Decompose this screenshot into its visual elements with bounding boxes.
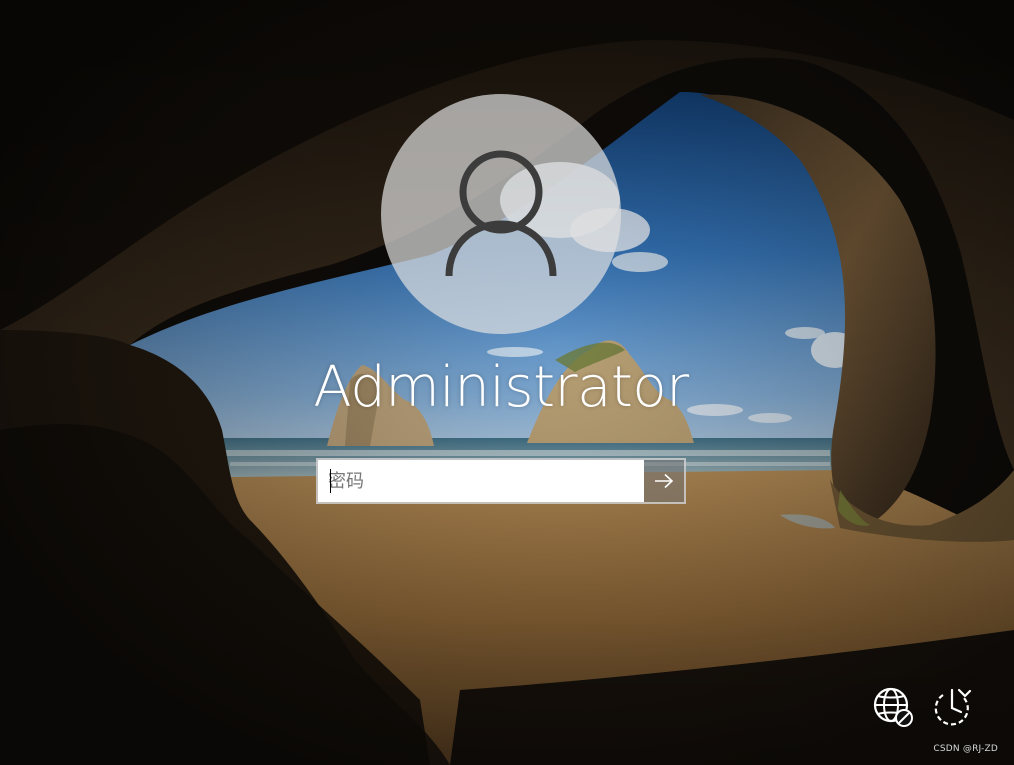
user-silhouette-icon [445,150,557,277]
lock-screen: Administrator CSDN @RJ-ZD [0,0,1014,765]
text-caret [330,469,331,493]
user-avatar [381,94,621,334]
submit-button[interactable] [644,460,684,502]
power-restart-icon [934,688,972,726]
network-globe-disconnected-icon [873,687,913,727]
watermark-text: CSDN @RJ-ZD [933,744,998,754]
password-input[interactable] [318,460,644,502]
password-field-container [316,458,686,504]
arrow-right-icon [655,473,674,489]
network-button[interactable] [872,686,914,728]
username-label: Administrator [313,355,689,420]
power-button[interactable] [931,686,973,728]
